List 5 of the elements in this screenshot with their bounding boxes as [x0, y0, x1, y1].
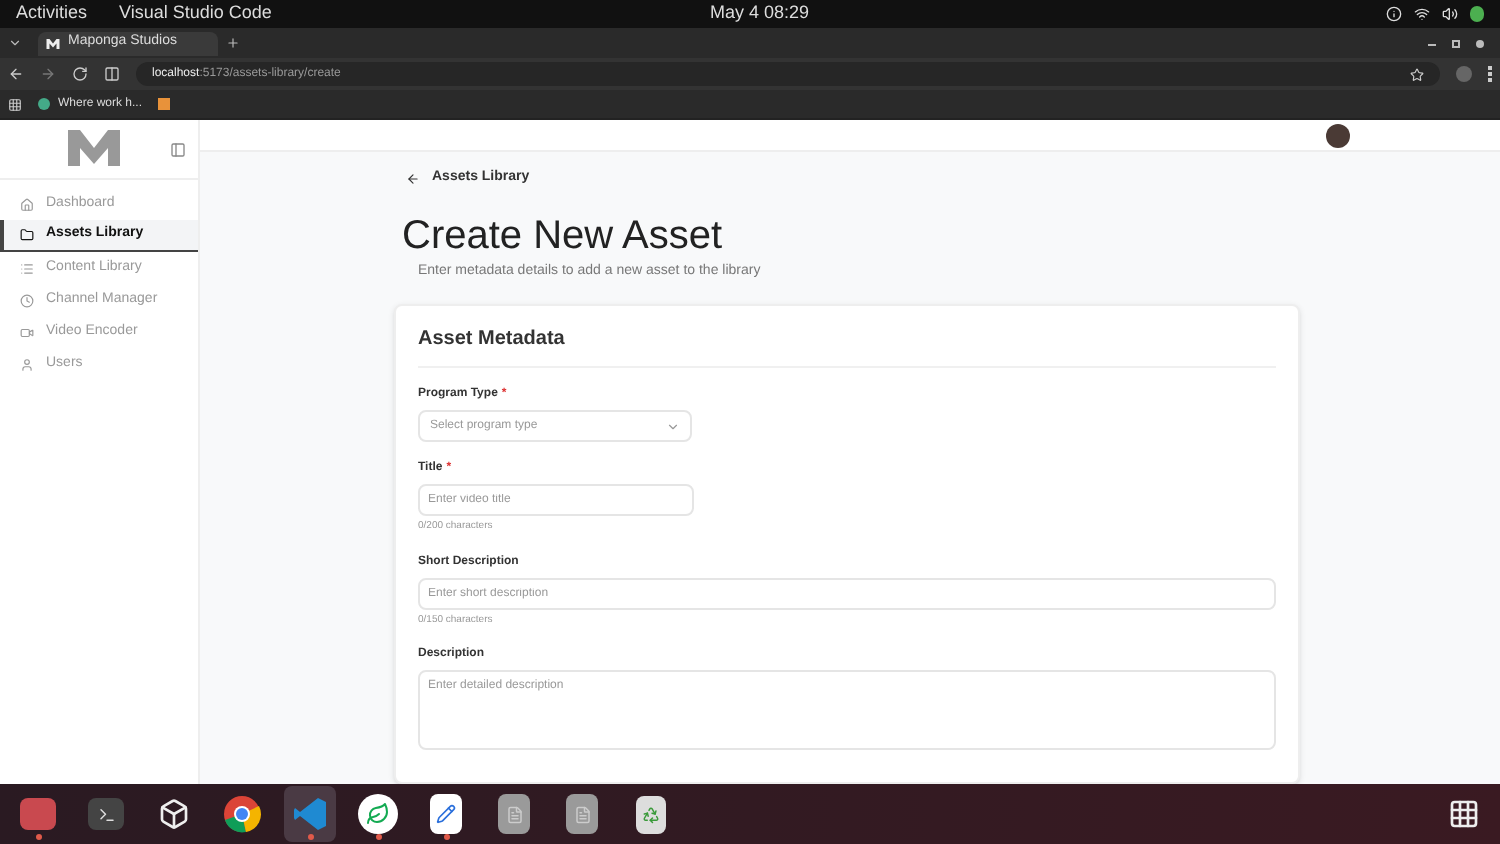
app-name[interactable]: Visual Studio Code	[119, 0, 272, 28]
activities-button[interactable]: Activities	[16, 0, 88, 28]
page-title: Create New Asset	[402, 211, 725, 259]
clock[interactable]: May 4 08:29	[710, 0, 810, 28]
card-title: Asset Metadata	[418, 324, 1276, 368]
